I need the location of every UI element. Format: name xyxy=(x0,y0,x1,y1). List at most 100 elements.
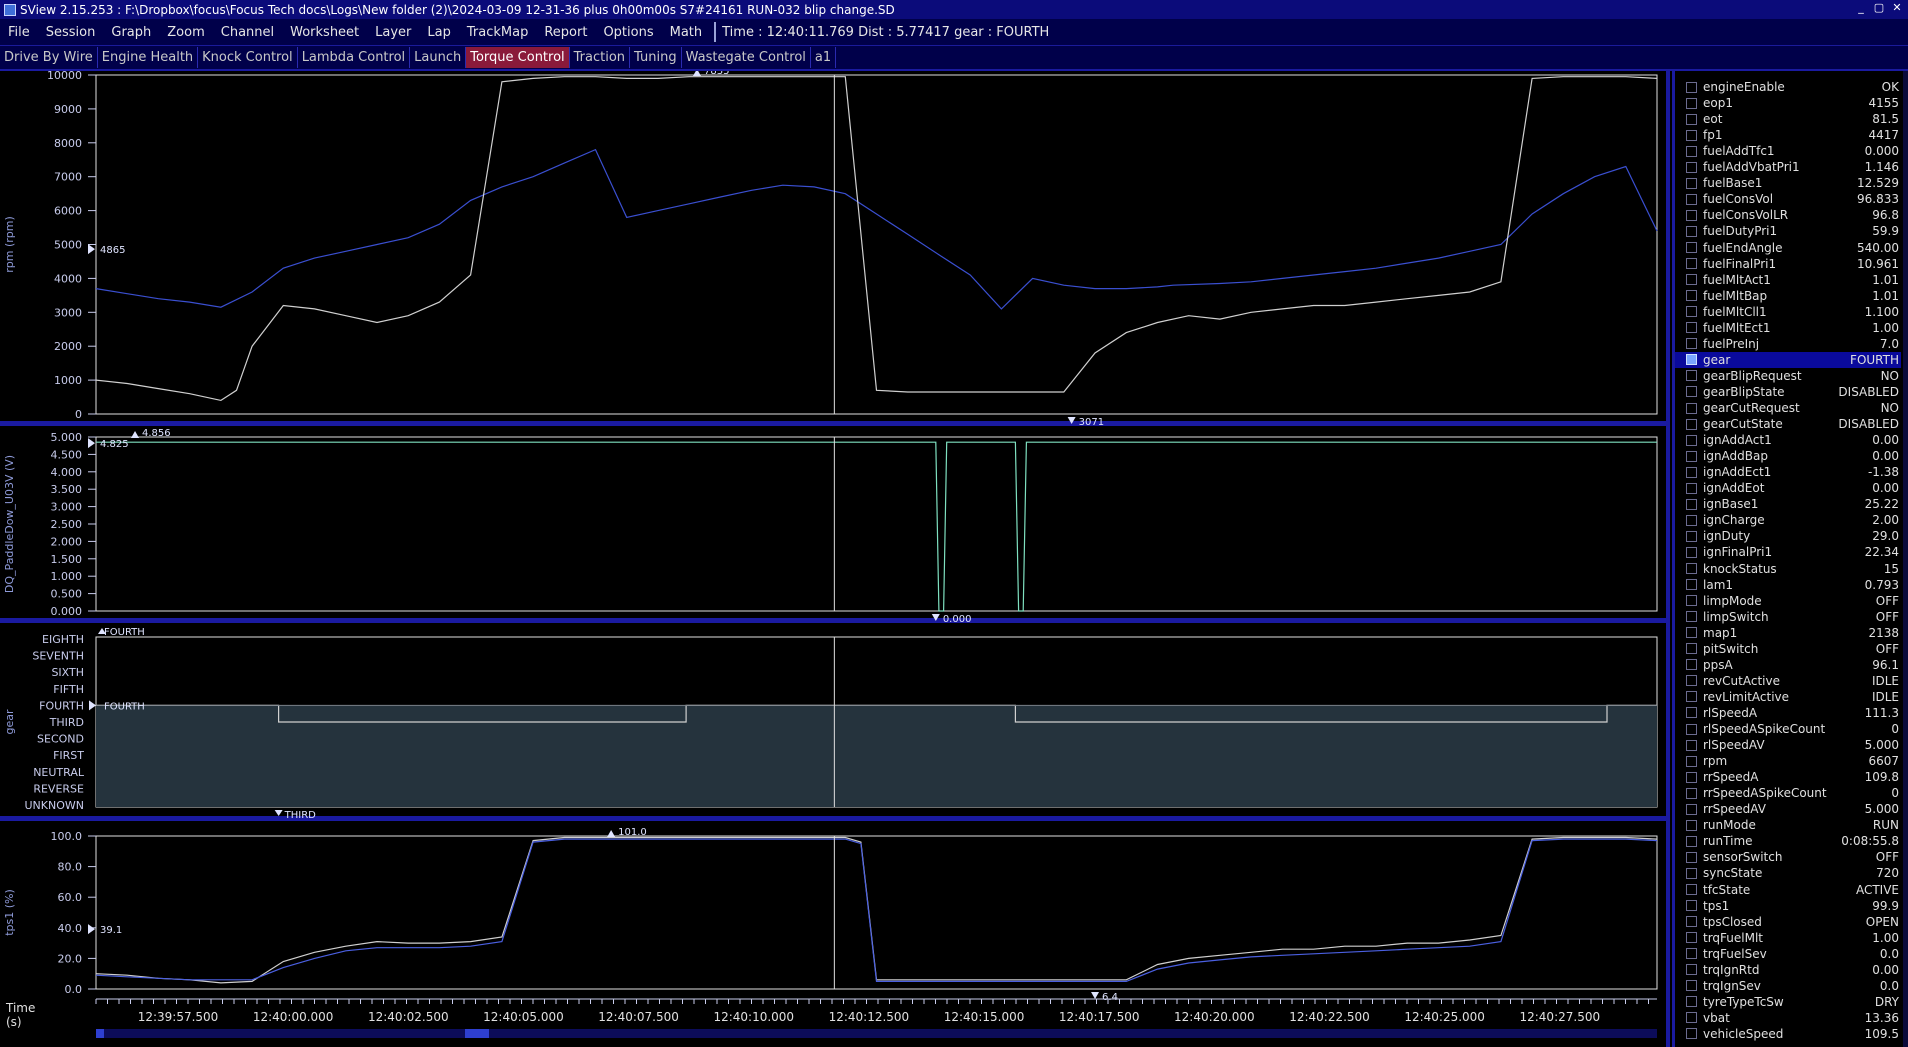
channel-checkbox[interactable] xyxy=(1686,209,1697,221)
channel-row-vehicleSpeed[interactable]: vehicleSpeed 109.5 xyxy=(1675,1026,1901,1042)
channel-row-trqIgnSev[interactable]: trqIgnSev 0.0 xyxy=(1675,978,1901,994)
channel-list-scrollbar[interactable] xyxy=(1903,71,1908,1047)
channel-row-ignBase1[interactable]: ignBase1 25.22 xyxy=(1675,496,1901,512)
channel-checkbox[interactable] xyxy=(1686,835,1697,847)
channel-checkbox[interactable] xyxy=(1686,771,1697,783)
channel-row-pitSwitch[interactable]: pitSwitch OFF xyxy=(1675,641,1901,657)
channel-row-gear[interactable]: gear FOURTH xyxy=(1675,351,1901,368)
maximize-button[interactable]: ▢ xyxy=(1872,1,1886,15)
channel-checkbox[interactable] xyxy=(1686,498,1697,510)
channel-checkbox[interactable] xyxy=(1686,980,1697,992)
channel-checkbox[interactable] xyxy=(1686,819,1697,831)
channel-checkbox[interactable] xyxy=(1686,225,1697,237)
channel-checkbox[interactable] xyxy=(1686,611,1697,623)
channel-row-lam1[interactable]: lam1 0.793 xyxy=(1675,577,1901,593)
channel-checkbox[interactable] xyxy=(1686,1012,1697,1024)
channel-row-tps1[interactable]: tps1 99.9 xyxy=(1675,898,1901,914)
channel-row-map1[interactable]: map1 2138 xyxy=(1675,625,1901,641)
channel-checkbox[interactable] xyxy=(1686,322,1697,334)
channel-row-fuelAddVbatPri1[interactable]: fuelAddVbatPri1 1.146 xyxy=(1675,159,1901,175)
channel-row-gearBlipRequest[interactable]: gearBlipRequest NO xyxy=(1675,368,1901,384)
channel-checkbox[interactable] xyxy=(1686,707,1697,719)
channel-row-fuelMltEct1[interactable]: fuelMltEct1 1.00 xyxy=(1675,320,1901,336)
channel-row-tfcState[interactable]: tfcState ACTIVE xyxy=(1675,882,1901,898)
channel-row-ignAddEot[interactable]: ignAddEot 0.00 xyxy=(1675,480,1901,496)
channel-row-rrSpeedA[interactable]: rrSpeedA 109.8 xyxy=(1675,769,1901,785)
channel-checkbox[interactable] xyxy=(1686,434,1697,446)
channel-checkbox[interactable] xyxy=(1686,867,1697,879)
channel-checkbox[interactable] xyxy=(1686,514,1697,526)
channel-checkbox[interactable] xyxy=(1686,274,1697,286)
channel-checkbox[interactable] xyxy=(1686,81,1697,93)
channel-row-runTime[interactable]: runTime 0:08:55.8 xyxy=(1675,833,1901,849)
menu-graph[interactable]: Graph xyxy=(103,25,159,40)
channel-row-rrSpeedAV[interactable]: rrSpeedAV 5.000 xyxy=(1675,801,1901,817)
channel-row-syncState[interactable]: syncState 720 xyxy=(1675,865,1901,881)
channel-checkbox[interactable] xyxy=(1686,916,1697,928)
channel-checkbox[interactable] xyxy=(1686,161,1697,173)
tab-torque-control[interactable]: Torque Control xyxy=(466,47,570,68)
tab-traction[interactable]: Traction xyxy=(570,47,631,68)
tab-wastegate-control[interactable]: Wastegate Control xyxy=(682,47,811,68)
channel-row-ppsA[interactable]: ppsA 96.1 xyxy=(1675,657,1901,673)
channel-checkbox[interactable] xyxy=(1686,129,1697,141)
channel-checkbox[interactable] xyxy=(1686,595,1697,607)
menu-session[interactable]: Session xyxy=(38,25,104,40)
channel-checkbox[interactable] xyxy=(1686,948,1697,960)
channel-row-gearBlipState[interactable]: gearBlipState DISABLED xyxy=(1675,384,1901,400)
channel-row-trqFuelSev[interactable]: trqFuelSev 0.0 xyxy=(1675,946,1901,962)
channel-row-ignAddAct1[interactable]: ignAddAct1 0.00 xyxy=(1675,432,1901,448)
channel-checkbox[interactable] xyxy=(1686,258,1697,270)
channel-checkbox[interactable] xyxy=(1686,177,1697,189)
channel-row-revLimitActive[interactable]: revLimitActive IDLE xyxy=(1675,689,1901,705)
channel-checkbox[interactable] xyxy=(1686,739,1697,751)
channel-row-tpsClosed[interactable]: tpsClosed OPEN xyxy=(1675,914,1901,930)
tab-lambda-control[interactable]: Lambda Control xyxy=(298,47,411,68)
channel-checkbox[interactable] xyxy=(1686,113,1697,125)
tab-drive-by-wire[interactable]: Drive By Wire xyxy=(0,47,98,68)
close-button[interactable]: ✕ xyxy=(1890,1,1904,15)
menu-file[interactable]: File xyxy=(0,25,38,40)
menu-math[interactable]: Math xyxy=(662,25,711,40)
channel-checkbox[interactable] xyxy=(1686,306,1697,318)
time-scrollbar[interactable] xyxy=(96,1029,1657,1038)
tab-tuning[interactable]: Tuning xyxy=(630,47,682,68)
channel-row-rpm[interactable]: rpm 6607 xyxy=(1675,753,1901,769)
time-scrollbar-thumb[interactable] xyxy=(465,1029,489,1038)
channel-checkbox[interactable] xyxy=(1686,402,1697,414)
channel-row-ignCharge[interactable]: ignCharge 2.00 xyxy=(1675,512,1901,528)
channel-row-fuelEndAngle[interactable]: fuelEndAngle 540.00 xyxy=(1675,240,1901,256)
graphs-svg[interactable]: rpm (rpm)1000090008000700060005000400030… xyxy=(0,71,1670,1047)
menu-trackmap[interactable]: TrackMap xyxy=(459,25,536,40)
channel-row-gearCutState[interactable]: gearCutState DISABLED xyxy=(1675,416,1901,432)
channel-row-limpMode[interactable]: limpMode OFF xyxy=(1675,593,1901,609)
menu-lap[interactable]: Lap xyxy=(419,25,458,40)
channel-row-trqIgnRtd[interactable]: trqIgnRtd 0.00 xyxy=(1675,962,1901,978)
channel-row-fuelFinalPri1[interactable]: fuelFinalPri1 10.961 xyxy=(1675,256,1901,272)
channel-checkbox[interactable] xyxy=(1686,530,1697,542)
channel-row-engineEnable[interactable]: engineEnable OK xyxy=(1675,79,1901,95)
channel-row-fp1[interactable]: fp1 4417 xyxy=(1675,127,1901,143)
channel-row-eot[interactable]: eot 81.5 xyxy=(1675,111,1901,127)
channel-checkbox[interactable] xyxy=(1686,354,1697,366)
channel-checkbox[interactable] xyxy=(1686,643,1697,655)
tab-a1[interactable]: a1 xyxy=(811,47,837,68)
channel-checkbox[interactable] xyxy=(1686,482,1697,494)
channel-row-revCutActive[interactable]: revCutActive IDLE xyxy=(1675,673,1901,689)
menu-layer[interactable]: Layer xyxy=(367,25,419,40)
channel-checkbox[interactable] xyxy=(1686,338,1697,350)
channel-checkbox[interactable] xyxy=(1686,659,1697,671)
channel-checkbox[interactable] xyxy=(1686,996,1697,1008)
channel-checkbox[interactable] xyxy=(1686,242,1697,253)
channel-row-fuelPreInj[interactable]: fuelPreInj 7.0 xyxy=(1675,336,1901,352)
channel-row-fuelConsVolLR[interactable]: fuelConsVolLR 96.8 xyxy=(1675,207,1901,223)
channel-row-fuelDutyPri1[interactable]: fuelDutyPri1 59.9 xyxy=(1675,223,1901,239)
minimize-button[interactable]: _ xyxy=(1854,1,1868,15)
channel-row-ignFinalPri1[interactable]: ignFinalPri1 22.34 xyxy=(1675,544,1901,560)
channel-row-fuelConsVol[interactable]: fuelConsVol 96.833 xyxy=(1675,191,1901,207)
channel-row-rlSpeedAV[interactable]: rlSpeedAV 5.000 xyxy=(1675,737,1901,753)
channel-row-fuelMltCll1[interactable]: fuelMltCll1 1.100 xyxy=(1675,304,1901,320)
channel-row-knockStatus[interactable]: knockStatus 15 xyxy=(1675,561,1901,577)
tab-knock-control[interactable]: Knock Control xyxy=(198,47,298,68)
channel-checkbox[interactable] xyxy=(1686,932,1697,944)
